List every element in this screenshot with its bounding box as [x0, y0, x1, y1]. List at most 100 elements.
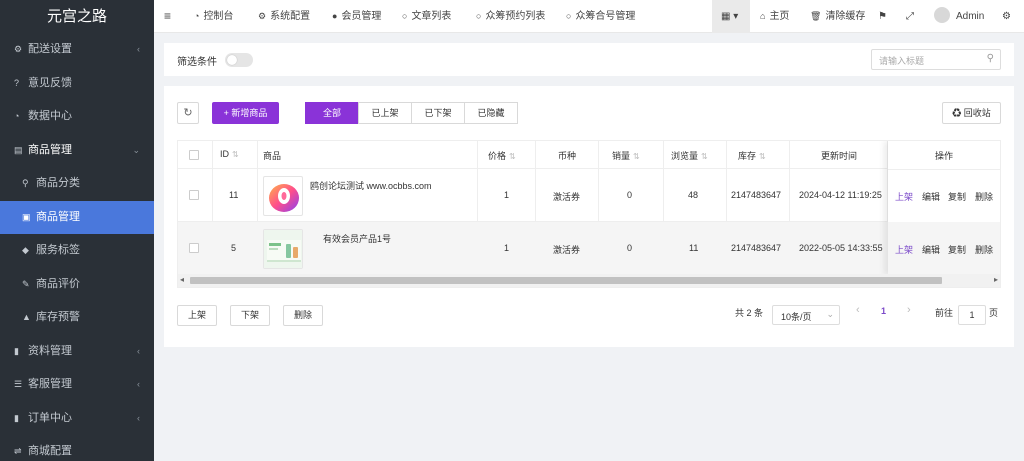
sidebar-item-reviews[interactable]: ✎ 商品评价 [0, 268, 154, 302]
bulk-delete-button[interactable]: 删除 [283, 305, 323, 326]
list-action[interactable]: 上架 [895, 243, 913, 256]
sort-icon[interactable]: ⇅ [701, 152, 708, 161]
col-views[interactable]: 浏览量 ⇅ [671, 149, 708, 163]
scroll-thumb[interactable] [190, 277, 942, 284]
nav-dashboard[interactable]: ◔ 控制台 [194, 0, 233, 33]
goto-label: 前往 [935, 308, 954, 318]
cogs-icon: ⚙ [14, 44, 23, 54]
scroll-left-icon[interactable]: ◂ [180, 275, 184, 284]
prev-page-button[interactable]: ‹ [856, 304, 860, 316]
edit-action[interactable]: 编辑 [922, 190, 940, 203]
recycle-bin-button[interactable]: ♻ 回收站 [942, 102, 1001, 124]
col-sales[interactable]: 销量 ⇅ [612, 149, 640, 163]
tab-listed[interactable]: 已上架 [358, 102, 412, 124]
sort-icon[interactable]: ⇅ [759, 152, 766, 161]
sidebar-item-feedback[interactable]: ? 意见反馈 [0, 67, 154, 101]
list-action[interactable]: 上架 [895, 190, 913, 203]
copy-action[interactable]: 复制 [948, 243, 966, 256]
home-link[interactable]: ⌂ 主页 [760, 0, 789, 33]
sidebar-item-categories[interactable]: ⚲ 商品分类 [0, 167, 154, 201]
briefcase-icon: ▣ [22, 211, 31, 222]
cell-sales: 0 [627, 190, 633, 200]
sidebar-item-delivery[interactable]: ⚙ 配送设置 ‹ [0, 33, 154, 67]
tab-all[interactable]: 全部 [305, 102, 359, 124]
grid-icon: ▦ ▾ [721, 11, 739, 22]
filter-toggle[interactable] [225, 53, 253, 67]
sort-icon[interactable]: ⇅ [633, 152, 640, 161]
bulk-list-button[interactable]: 上架 [177, 305, 217, 326]
nav-members[interactable]: ● 会员管理 [332, 0, 381, 33]
search-input[interactable]: 请输入标题 ⚲ [871, 49, 1001, 70]
sidebar: 元宫之路 ⚙ 配送设置 ‹? 意见反馈 ◔ 数据中心 ▤ 商品管理 ⌄ ⚲ 商品分类 ▣ 商品管理 ◆ 服务… [0, 0, 154, 461]
settings-icon[interactable]: ⚙ [1002, 0, 1011, 33]
copy-action[interactable]: 复制 [948, 190, 966, 203]
col-id[interactable]: ID ⇅ [220, 149, 239, 163]
cell-views: 11 [689, 243, 699, 253]
nav-articles[interactable]: ○ 文章列表 [402, 0, 451, 33]
circle-icon: ○ [476, 11, 482, 21]
current-page[interactable]: 1 [881, 306, 886, 316]
tab-hidden[interactable]: 已隐藏 [464, 102, 518, 124]
sidebar-item-mall-config[interactable]: ⇌ 商城配置 [0, 435, 154, 461]
fullscreen-icon[interactable]: ⤢ [906, 0, 914, 33]
cell-id: 11 [229, 190, 239, 200]
question-circle-icon: ? [14, 77, 20, 88]
sidebar-item-customer-service[interactable]: ☰ 客服管理 ‹ [0, 368, 154, 402]
clear-cache-button[interactable]: 🗑 清除缓存 [810, 0, 865, 33]
col-product: 商品 [263, 151, 282, 161]
row-checkbox[interactable] [189, 243, 199, 253]
menu-toggle-icon[interactable]: ≡ [164, 0, 171, 33]
tag-icon: ◆ [22, 245, 29, 255]
sidebar-item-product-mgmt[interactable]: ▤ 商品管理 ⌄ [0, 134, 154, 168]
grid-menu-button[interactable]: ▦ ▾ [712, 0, 750, 33]
cell-stock: 2147483647 [731, 243, 782, 253]
sitemap-icon: ⚲ [22, 178, 29, 188]
sidebar-item-label: 商城配置 [28, 445, 72, 457]
sidebar-item-label: 资料管理 [28, 344, 72, 357]
refresh-button[interactable]: ↻ [177, 102, 199, 124]
goto-page-input[interactable]: 1 [958, 305, 986, 325]
sort-icon[interactable]: ⇅ [509, 152, 516, 161]
scroll-right-icon[interactable]: ▸ [994, 275, 998, 284]
sidebar-item-orders[interactable]: ▮ 订单中心 ‹ [0, 402, 154, 436]
page-size-select[interactable]: 10条/页 ⌄ [772, 305, 840, 325]
edit-action[interactable]: 编辑 [922, 243, 940, 256]
col-actions: 操作 [935, 151, 954, 161]
sidebar-item-label: 意见反馈 [28, 76, 72, 89]
language-icon[interactable]: ⚑ [878, 0, 887, 33]
nav-crowdfund-reservations[interactable]: ○ 众筹预约列表 [476, 0, 545, 33]
horizontal-scrollbar[interactable]: ◂ ▸ [178, 274, 1000, 287]
sidebar-item-products[interactable]: ▣ 商品管理 [0, 200, 154, 234]
cell-sales: 0 [627, 243, 633, 253]
file-icon: ▮ [14, 345, 19, 356]
sidebar-item-service-tags[interactable]: ◆ 服务标签 [0, 234, 154, 268]
home-icon: ⌂ [760, 11, 766, 21]
col-currency: 币种 [558, 151, 577, 161]
select-all-checkbox[interactable] [189, 150, 199, 160]
actions-column: 操作 上架 编辑 复制 删除 上架 编辑 复制 删除 [888, 141, 1000, 275]
tab-unlisted[interactable]: 已下架 [411, 102, 465, 124]
cell-product-name: 鸥创论坛测试 www.ocbbs.com [310, 181, 432, 191]
col-stock[interactable]: 库存 ⇅ [738, 149, 766, 163]
products-table: ID ⇅ 商品 价格 ⇅ 币种 销量 ⇅ 浏览量 ⇅ 库存 ⇅ 更新时间 11 鸥创论坛测… [177, 140, 1001, 288]
delete-action[interactable]: 删除 [975, 190, 993, 203]
col-price[interactable]: 价格 ⇅ [488, 149, 516, 163]
delete-action[interactable]: 删除 [975, 243, 993, 256]
next-page-button[interactable]: › [907, 304, 911, 316]
sidebar-item-data-center[interactable]: ◔ 数据中心 [0, 100, 154, 134]
sidebar-item-stock-alert[interactable]: ▲ 库存预警 [0, 301, 154, 335]
nav-system-config[interactable]: ⚙ 系统配置 [258, 0, 310, 33]
chevron-left-icon: ‹ [137, 379, 140, 389]
row-checkbox[interactable] [189, 190, 199, 200]
sort-icon[interactable]: ⇅ [232, 150, 239, 159]
bulk-unlist-button[interactable]: 下架 [230, 305, 270, 326]
sidebar-item-materials[interactable]: ▮ 资料管理 ‹ [0, 335, 154, 369]
search-icon: ⚲ [986, 53, 994, 64]
user-menu[interactable]: Admin [934, 0, 984, 33]
circle-icon: ○ [402, 11, 408, 21]
circle-icon: ○ [566, 11, 572, 21]
add-product-button[interactable]: + 新增商品 [212, 102, 279, 124]
page-unit-label: 页 [989, 308, 999, 318]
sidebar-item-label: 库存预警 [36, 311, 80, 323]
nav-crowdfund-numbers[interactable]: ○ 众筹合号管理 [566, 0, 635, 33]
